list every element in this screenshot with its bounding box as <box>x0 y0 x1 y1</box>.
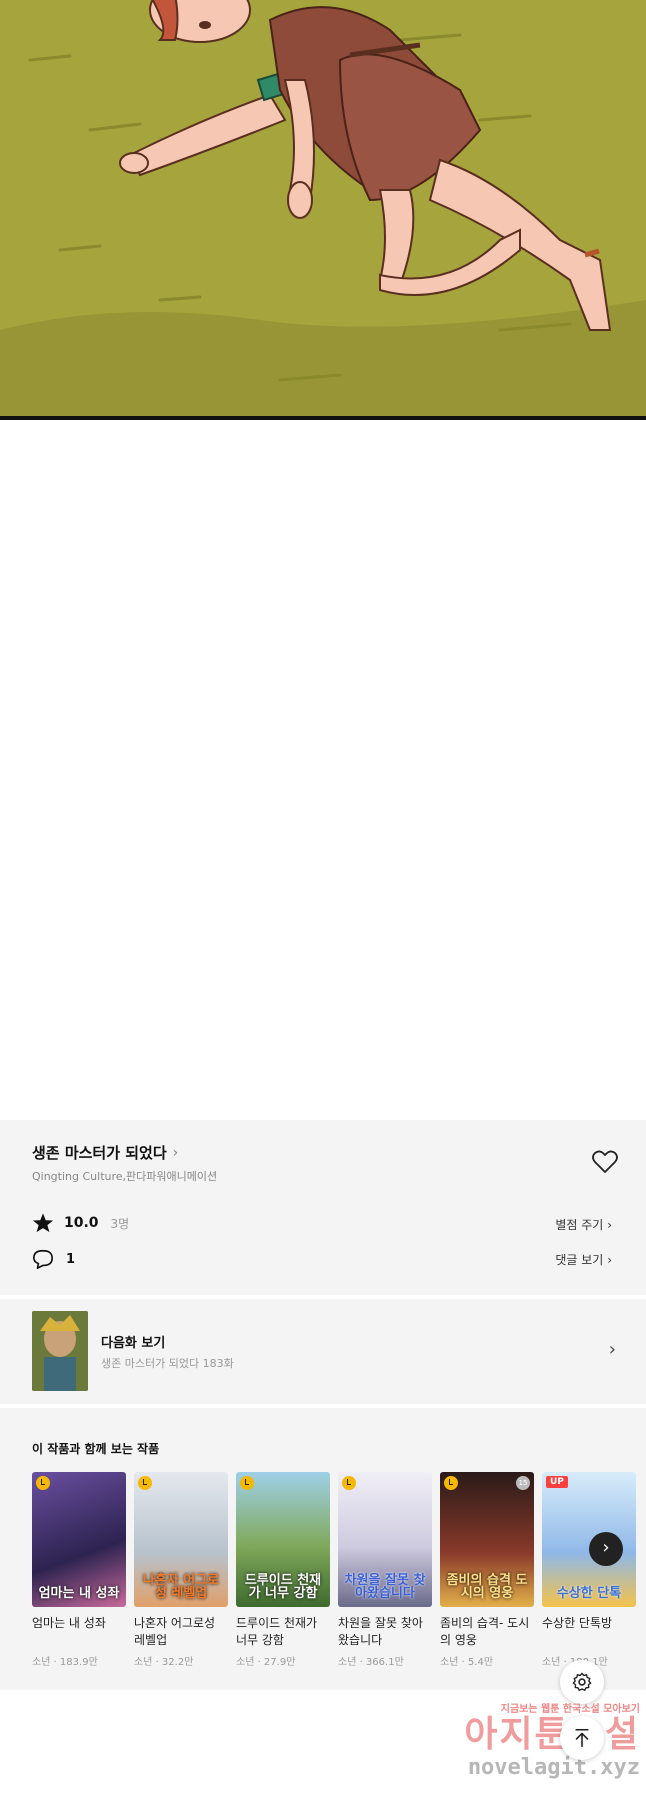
recommendation-title: 수상한 단톡방 <box>542 1616 613 1630</box>
next-episode-label: 다음화 보기 <box>101 1336 166 1351</box>
recommendation-cover: 나혼자 어그로성 레벨업 <box>134 1472 228 1607</box>
chevron-right-icon: › <box>607 1253 612 1267</box>
view-comments-button[interactable]: 댓글 보기 › <box>555 1251 612 1268</box>
watermark-name: 아지툰소설 <box>464 1714 640 1755</box>
recommendation-item[interactable]: 엄마는 내 성좌 엄마는 내 성좌 소년 · 183.9만 <box>32 1472 126 1668</box>
comment-row: 1 <box>32 1248 75 1270</box>
cover-title-art: 나혼자 어그로성 레벨업 <box>142 1572 220 1602</box>
cover-title-art: 좀비의 습격 도시의 영웅 <box>446 1572 528 1602</box>
next-episode-card[interactable]: 다음화 보기 생존 마스터가 되었다 183화 › <box>0 1299 646 1404</box>
site-watermark: 지금보는 웹툰 한국소설 모아보기 아지툰소설 novelagit.xyz <box>440 1700 640 1780</box>
recommendation-list: 엄마는 내 성좌 엄마는 내 성좌 소년 · 183.9만 나혼자 어그로성 레… <box>32 1472 646 1682</box>
age-rating-badge: 15 <box>516 1476 530 1490</box>
chevron-right-icon: › <box>607 1218 612 1232</box>
clock-badge-icon <box>240 1476 254 1490</box>
recommendation-meta: 소년 · 183.9만 <box>32 1657 98 1668</box>
series-info-card: 생존 마스터가 되었다 › Qingting Culture,판다파워애니메이션… <box>0 1120 646 1295</box>
up-badge: UP <box>546 1476 568 1488</box>
recommendation-cover: 드루이드 천재가 너무 강함 <box>236 1472 330 1607</box>
chevron-right-icon: › <box>608 1339 616 1360</box>
recommendation-title: 엄마는 내 성좌 <box>32 1616 106 1630</box>
arrow-up-icon <box>575 1728 589 1748</box>
rate-button[interactable]: 별점 주기 › <box>555 1216 612 1233</box>
recommendation-meta: 소년 · 32.2만 <box>134 1657 194 1668</box>
chevron-right-icon: › <box>172 1144 179 1161</box>
scroll-to-top-button[interactable] <box>560 1716 604 1760</box>
cover-title-art: 차원을 잘못 찾아왔습니다 <box>344 1572 426 1602</box>
next-episode-thumbnail <box>32 1311 88 1391</box>
recommendation-meta: 소년 · 366.1만 <box>338 1657 404 1668</box>
recommendation-cover: 차원을 잘못 찾아왔습니다 <box>338 1472 432 1607</box>
carousel-next-button[interactable]: › <box>589 1532 623 1566</box>
view-comments-label: 댓글 보기 <box>555 1253 604 1267</box>
rate-button-label: 별점 주기 <box>555 1218 604 1232</box>
recommendation-item[interactable]: 15 좀비의 습격 도시의 영웅 좀비의 습격- 도시의 영웅 소년 · 5.4… <box>440 1472 534 1668</box>
chevron-right-icon: › <box>602 1537 610 1558</box>
clock-badge-icon <box>138 1476 152 1490</box>
watermark-url: novelagit.xyz <box>467 1754 640 1780</box>
heart-icon[interactable] <box>592 1150 618 1174</box>
comment-count: 1 <box>66 1251 76 1267</box>
comic-illustration <box>0 0 646 418</box>
series-title: 생존 마스터가 되었다 <box>32 1144 167 1162</box>
next-episode-subtitle: 생존 마스터가 되었다 183화 <box>101 1357 234 1370</box>
clock-badge-icon <box>444 1476 458 1490</box>
recommendation-item[interactable]: 나혼자 어그로성 레벨업 나혼자 어그로성 레벨업 소년 · 32.2만 <box>134 1472 228 1668</box>
recommendation-title: 나혼자 어그로성 레벨업 <box>134 1616 216 1647</box>
cover-title-art: 엄마는 내 성좌 <box>38 1586 120 1602</box>
settings-icon <box>572 1672 592 1691</box>
clock-badge-icon <box>342 1476 356 1490</box>
comic-blank-area <box>0 420 646 1120</box>
comic-panel <box>0 0 646 418</box>
recommendation-item[interactable]: UP 수상한 단톡 수상한 단톡방 소년 · 180.1만 <box>542 1472 636 1668</box>
clock-badge-icon <box>36 1476 50 1490</box>
watermark-tagline: 지금보는 웹툰 한국소설 모아보기 <box>500 1704 640 1715</box>
recommendation-title: 드루이드 천재가 너무 강함 <box>236 1616 318 1647</box>
rating-value: 10.0 <box>64 1215 99 1231</box>
recommendations-title: 이 작품과 함께 보는 작품 <box>32 1442 160 1456</box>
recommendation-cover: UP 수상한 단톡 <box>542 1472 636 1607</box>
recommendation-item[interactable]: 드루이드 천재가 너무 강함 드루이드 천재가 너무 강함 소년 · 27.9만 <box>236 1472 330 1668</box>
cover-title-art: 드루이드 천재가 너무 강함 <box>244 1572 322 1602</box>
rating-row: 10.0 3명 <box>32 1212 129 1234</box>
cover-title-art: 수상한 단톡 <box>556 1586 622 1602</box>
recommendation-title: 차원을 잘못 찾아왔습니다 <box>338 1616 423 1647</box>
recommendation-cover: 15 좀비의 습격 도시의 영웅 <box>440 1472 534 1607</box>
recommendation-meta: 소년 · 5.4만 <box>440 1657 494 1668</box>
recommendations-section: 이 작품과 함께 보는 작품 엄마는 내 성좌 엄마는 내 성좌 소년 · 18… <box>0 1408 646 1690</box>
recommendation-title: 좀비의 습격- 도시의 영웅 <box>440 1616 530 1647</box>
settings-button[interactable] <box>560 1660 604 1704</box>
comment-icon <box>33 1249 53 1269</box>
recommendation-cover: 엄마는 내 성좌 <box>32 1472 126 1607</box>
series-title-link[interactable]: 생존 마스터가 되었다 › <box>32 1142 178 1163</box>
star-icon <box>32 1213 54 1233</box>
recommendation-meta: 소년 · 27.9만 <box>236 1657 296 1668</box>
series-authors: Qingting Culture,판다파워애니메이션 <box>32 1170 218 1183</box>
recommendation-item[interactable]: 차원을 잘못 찾아왔습니다 차원을 잘못 찾아왔습니다 소년 · 366.1만 <box>338 1472 432 1668</box>
rater-count: 3명 <box>110 1216 130 1231</box>
